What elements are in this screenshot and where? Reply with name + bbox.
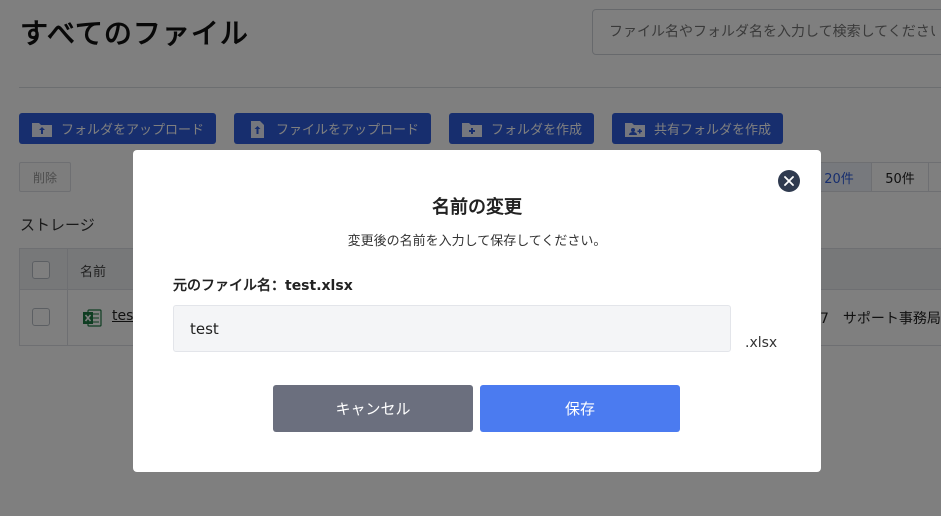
modal-description: 変更後の名前を入力して保存してください。	[347, 234, 607, 249]
close-icon	[784, 176, 794, 186]
save-button[interactable]: 保存	[480, 385, 680, 432]
cancel-button[interactable]: キャンセル	[273, 385, 473, 432]
file-extension: .xlsx	[745, 335, 778, 351]
modal-title: 名前の変更	[432, 197, 522, 218]
close-button[interactable]	[778, 170, 800, 192]
original-file-name: 元のファイル名：test.xlsx	[173, 278, 353, 294]
rename-modal: 名前の変更 変更後の名前を入力して保存してください。 元のファイル名：test.…	[133, 150, 821, 472]
new-name-input[interactable]	[173, 305, 731, 352]
